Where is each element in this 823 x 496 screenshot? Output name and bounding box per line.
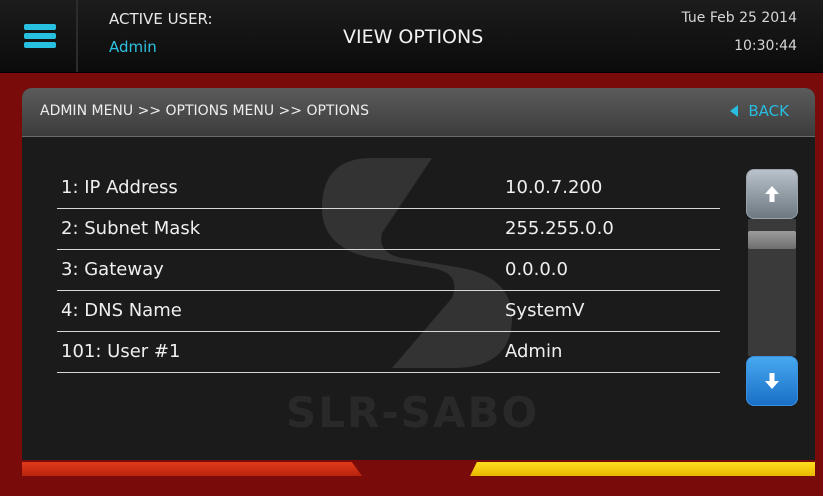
option-value: Admin <box>505 341 563 362</box>
options-list: 1: IP Address 10.0.7.200 2: Subnet Mask … <box>57 168 720 373</box>
arrow-up-icon <box>765 186 779 202</box>
page-title: VIEW OPTIONS <box>343 26 484 48</box>
option-row-subnet-mask[interactable]: 2: Subnet Mask 255.255.0.0 <box>57 209 720 250</box>
watermark-text: SLR-SABO <box>286 388 540 437</box>
option-label: 101: User #1 <box>61 341 181 362</box>
current-date: Tue Feb 25 2014 <box>681 10 798 26</box>
option-label: 2: Subnet Mask <box>61 218 201 239</box>
option-row-dns-name[interactable]: 4: DNS Name SystemV <box>57 291 720 332</box>
scroll-up-button[interactable] <box>746 169 798 219</box>
option-label: 1: IP Address <box>61 177 178 198</box>
option-row-user-1[interactable]: 101: User #1 Admin <box>57 332 720 373</box>
scrollbar-thumb[interactable] <box>748 231 796 249</box>
option-label: 4: DNS Name <box>61 300 182 321</box>
accent-bar-red <box>22 462 362 476</box>
option-value: 255.255.0.0 <box>505 218 614 239</box>
options-panel: ADMIN MENU >> OPTIONS MENU >> OPTIONS BA… <box>22 88 815 460</box>
option-row-gateway[interactable]: 3: Gateway 0.0.0.0 <box>57 250 720 291</box>
accent-bar-yellow <box>470 462 815 476</box>
option-value: 10.0.7.200 <box>505 177 603 198</box>
back-button[interactable]: BACK <box>730 102 789 120</box>
breadcrumb: ADMIN MENU >> OPTIONS MENU >> OPTIONS <box>40 103 369 119</box>
option-label: 3: Gateway <box>61 259 164 280</box>
scroll-down-button[interactable] <box>746 356 798 406</box>
option-value: SystemV <box>505 300 585 321</box>
arrow-down-icon <box>765 373 779 389</box>
back-button-label: BACK <box>748 102 789 120</box>
panel-header: ADMIN MENU >> OPTIONS MENU >> OPTIONS BA… <box>22 88 815 137</box>
active-user-label: ACTIVE USER: <box>109 10 213 28</box>
top-header-bar: ACTIVE USER: Admin VIEW OPTIONS Tue Feb … <box>0 0 823 73</box>
triangle-left-icon <box>730 105 739 117</box>
hamburger-menu-button[interactable] <box>0 0 78 72</box>
current-time: 10:30:44 <box>734 38 797 54</box>
option-value: 0.0.0.0 <box>505 259 568 280</box>
option-row-ip-address[interactable]: 1: IP Address 10.0.7.200 <box>57 168 720 209</box>
active-user-name: Admin <box>109 38 157 56</box>
